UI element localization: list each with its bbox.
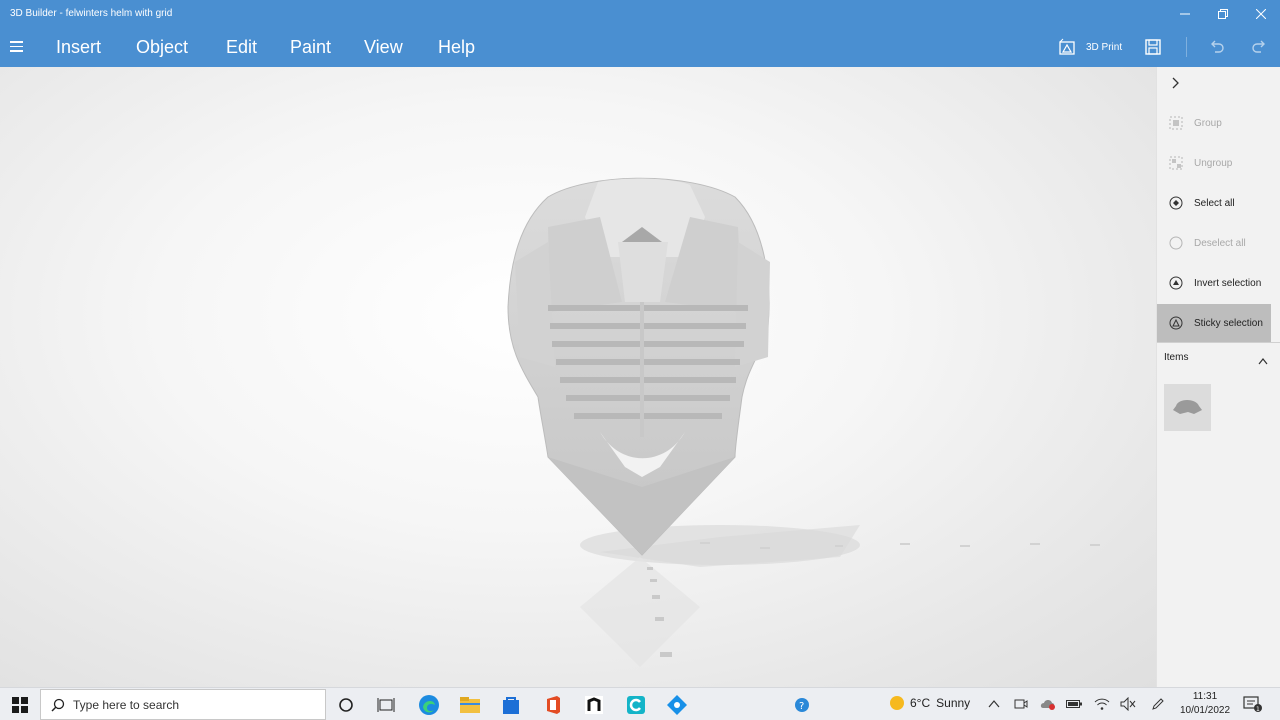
helmet-model[interactable] [0, 67, 1156, 687]
weather-condition: Sunny [936, 696, 971, 710]
3d-builder-taskbar-icon[interactable] [582, 693, 606, 717]
pinned-app-icon[interactable] [665, 693, 689, 717]
deselect-all-label: Deselect all [1194, 237, 1246, 249]
deselect-all-button[interactable]: Deselect all [1157, 224, 1271, 262]
save-icon[interactable] [1144, 38, 1164, 58]
clock[interactable]: 11:31 10/01/2022 [1176, 690, 1234, 718]
select-all-icon [1168, 195, 1184, 211]
minimize-button[interactable] [1166, 0, 1204, 28]
hamburger-menu-icon[interactable] [8, 38, 28, 58]
3d-print-label: 3D Print [1086, 41, 1123, 53]
menu-view[interactable]: View [364, 37, 403, 58]
items-header: Items [1164, 352, 1189, 363]
c-app-icon[interactable] [624, 693, 648, 717]
select-all-label: Select all [1194, 197, 1235, 209]
3d-viewport[interactable] [0, 67, 1156, 687]
onedrive-icon[interactable] [1040, 696, 1056, 712]
taskbar: Type here to search ? 6°C Sunny 11:31 10… [0, 687, 1280, 720]
sticky-selection-icon [1168, 315, 1184, 331]
clock-time: 11:31 [1192, 691, 1218, 702]
menu-paint[interactable]: Paint [290, 37, 331, 58]
pen-icon[interactable] [1150, 696, 1166, 712]
group-label: Group [1194, 117, 1222, 129]
sun-icon [890, 696, 904, 710]
volume-muted-icon[interactable] [1120, 696, 1136, 712]
help-tray-icon[interactable]: ? [790, 693, 814, 717]
taskbar-search-box[interactable]: Type here to search [40, 689, 326, 720]
close-button[interactable] [1242, 0, 1280, 28]
items-divider [1157, 342, 1280, 343]
ungroup-button[interactable]: Ungroup [1157, 144, 1271, 182]
printer-icon [1059, 38, 1075, 55]
menu-help[interactable]: Help [438, 37, 475, 58]
menu-bar: Insert Object Edit Paint View Help 3D Pr… [0, 28, 1280, 67]
group-icon [1168, 115, 1184, 131]
menu-edit[interactable]: Edit [226, 37, 257, 58]
chevron-right-icon[interactable] [1167, 75, 1187, 95]
search-placeholder: Type here to search [73, 697, 180, 712]
select-all-button[interactable]: Select all [1157, 184, 1271, 222]
group-button[interactable]: Group [1157, 104, 1271, 142]
menu-object[interactable]: Object [136, 37, 188, 58]
search-icon [51, 698, 65, 712]
menu-insert[interactable]: Insert [56, 37, 101, 58]
sticky-selection-button[interactable]: Sticky selection [1157, 304, 1271, 342]
battery-icon[interactable] [1066, 696, 1082, 712]
invert-selection-icon [1168, 275, 1184, 291]
menu-divider [1186, 37, 1187, 57]
invert-selection-button[interactable]: Invert selection [1157, 264, 1271, 302]
chevron-up-tray-icon[interactable] [986, 696, 1002, 712]
invert-selection-label: Invert selection [1194, 277, 1262, 289]
cortana-icon[interactable] [334, 693, 358, 717]
office-icon[interactable] [541, 693, 565, 717]
file-explorer-icon[interactable] [458, 693, 482, 717]
wifi-icon[interactable] [1094, 696, 1110, 712]
svg-text:?: ? [799, 701, 804, 712]
notification-center-icon[interactable]: 1 [1242, 695, 1264, 713]
redo-icon[interactable] [1250, 38, 1270, 58]
meet-now-icon[interactable] [1013, 696, 1029, 712]
task-view-icon[interactable] [374, 693, 398, 717]
edge-browser-icon[interactable] [417, 693, 441, 717]
weather-temp: 6°C [910, 696, 931, 710]
weather-widget[interactable]: 6°C Sunny [890, 696, 970, 710]
sticky-selection-label: Sticky selection [1194, 317, 1263, 329]
window-title: 3D Builder - felwinters helm with grid [10, 8, 173, 19]
deselect-all-icon [1168, 235, 1184, 251]
selection-panel: Group Ungroup Select all Deselect all In… [1156, 67, 1280, 687]
undo-icon[interactable] [1208, 38, 1228, 58]
windows-start-icon[interactable] [0, 688, 40, 720]
microsoft-store-icon[interactable] [499, 693, 523, 717]
clock-date: 10/01/2022 [1179, 705, 1231, 716]
title-bar: 3D Builder - felwinters helm with grid [0, 0, 1280, 28]
ungroup-label: Ungroup [1194, 157, 1233, 169]
item-thumbnail[interactable] [1164, 384, 1211, 431]
ungroup-icon [1168, 155, 1184, 171]
svg-text:1: 1 [1256, 706, 1260, 713]
3d-print-button[interactable]: 3D Print [1058, 38, 1122, 56]
chevron-up-icon[interactable] [1257, 353, 1269, 365]
restore-button[interactable] [1204, 0, 1242, 28]
